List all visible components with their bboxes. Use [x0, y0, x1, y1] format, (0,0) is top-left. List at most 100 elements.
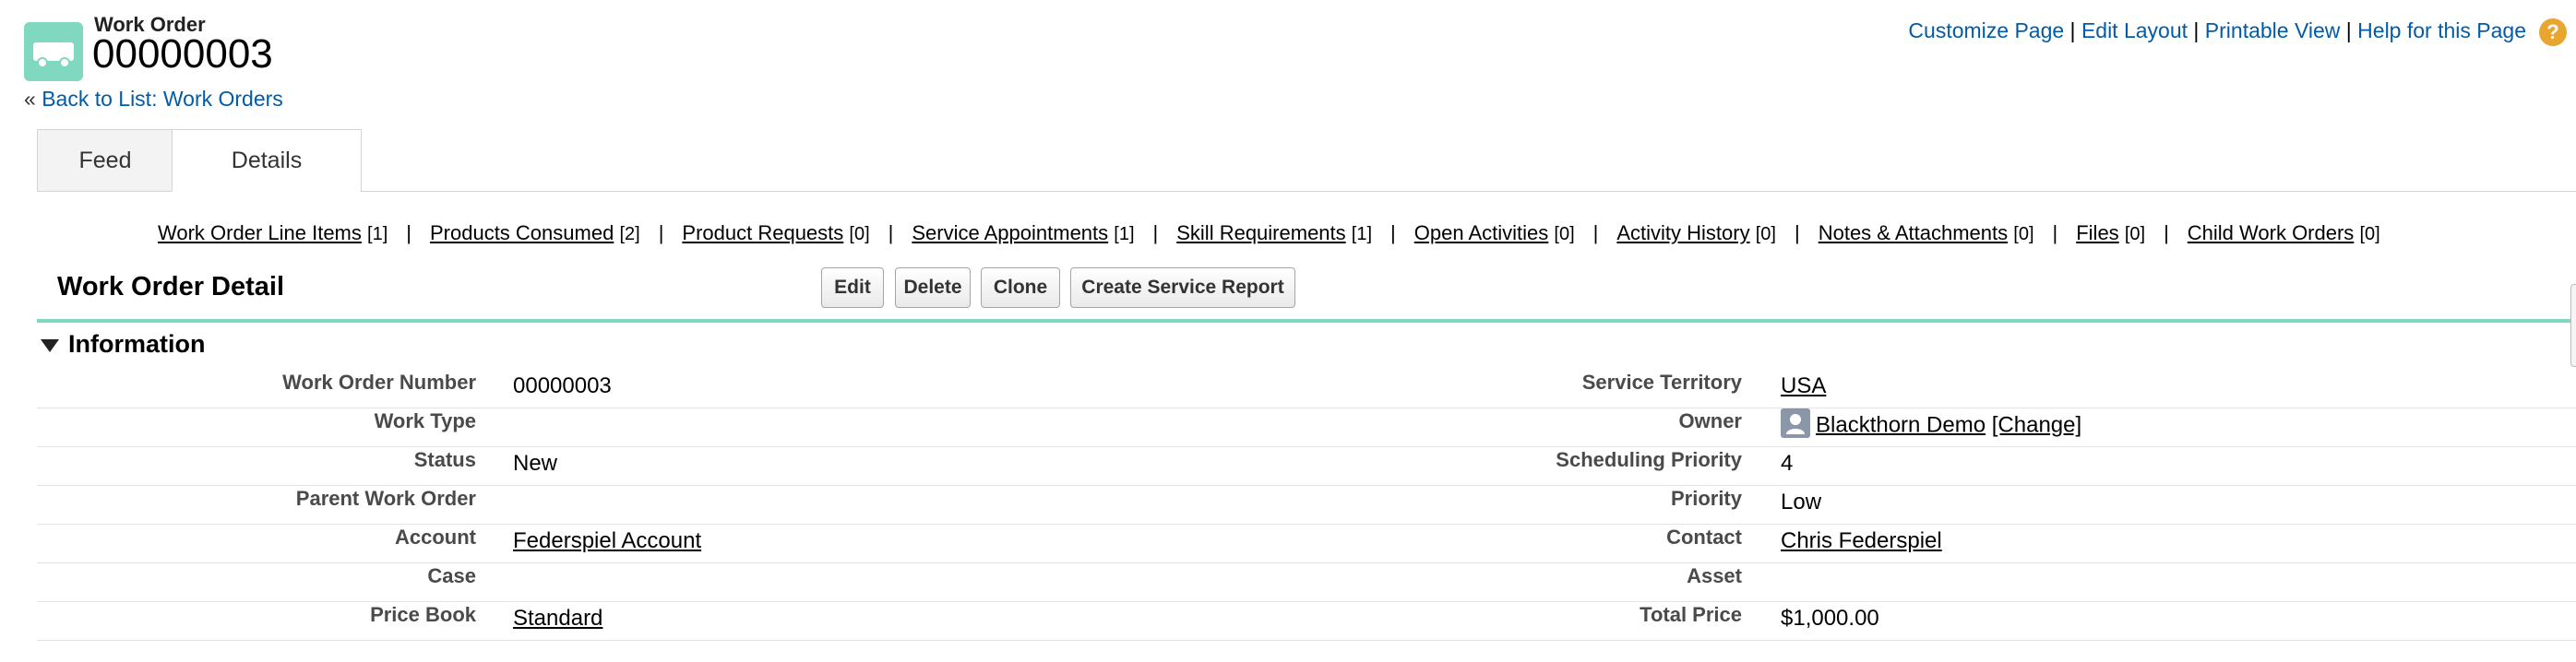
field-label: Service Territory: [1581, 371, 1742, 394]
field-label: Owner: [1678, 409, 1742, 432]
field-value-text: 00000003: [513, 373, 612, 398]
field-row: Work Type Owner Blackthorn Demo [Change]: [37, 408, 2576, 447]
edit-layout-link[interactable]: Edit Layout: [2081, 18, 2188, 42]
field-value: $1,000.00: [1781, 606, 1879, 632]
field-value-text: 4: [1781, 451, 1794, 476]
field-value: USA: [1781, 373, 1826, 399]
related-separator: |: [658, 221, 664, 244]
field-label: Account: [395, 526, 476, 549]
page-links: Customize Page | Edit Layout | Printable…: [1908, 18, 2526, 43]
related-separator: |: [406, 221, 411, 244]
printable-view-link[interactable]: Printable View: [2205, 18, 2341, 42]
field-label: Work Order Number: [282, 371, 476, 394]
customize-page-link[interactable]: Customize Page: [1908, 18, 2064, 42]
field-value-text: Low: [1781, 490, 1822, 514]
back-to-list-link[interactable]: Back to List: Work Orders: [42, 87, 283, 111]
related-count: [0]: [2359, 224, 2380, 244]
field-label: Price Book: [370, 603, 476, 626]
help-link[interactable]: Help for this Page: [2357, 18, 2526, 42]
field-value-link[interactable]: Federspiel Account: [513, 528, 701, 553]
tab-divider: [360, 191, 2576, 192]
related-link-open-activities[interactable]: Open Activities: [1414, 221, 1549, 244]
related-list-links: Work Order Line Items [1] | Products Consu…: [158, 221, 2380, 245]
field-value: Standard: [513, 606, 602, 632]
related-count: [1]: [367, 224, 388, 244]
related-separator: |: [1390, 221, 1396, 244]
sidebar-handle[interactable]: [2570, 284, 2576, 367]
related-count: [0]: [2013, 224, 2034, 244]
section-information[interactable]: Information: [41, 330, 206, 359]
field-value: 00000003: [513, 373, 612, 399]
field-label: Case: [427, 564, 476, 587]
edit-button[interactable]: Edit: [821, 267, 884, 308]
detail-divider: [37, 319, 2576, 323]
detail-title: Work Order Detail: [57, 272, 285, 301]
related-count: [1]: [1114, 224, 1135, 244]
link-separator: |: [2340, 18, 2358, 42]
field-value-link[interactable]: USA: [1781, 373, 1826, 398]
field-row: Parent Work Order Priority Low: [37, 485, 2576, 525]
related-link-activity-history[interactable]: Activity History: [1616, 221, 1749, 244]
help-icon[interactable]: ?: [2539, 18, 2567, 46]
field-label: Asset: [1687, 564, 1742, 587]
field-row: Case Asset: [37, 562, 2576, 602]
related-count: [2]: [619, 224, 640, 244]
tab-feed[interactable]: Feed: [37, 129, 173, 192]
field-value-link[interactable]: Standard: [513, 606, 602, 631]
field-label: Contact: [1666, 526, 1742, 549]
related-separator: |: [1592, 221, 1599, 244]
related-link-work-order-line-items[interactable]: Work Order Line Items: [158, 221, 362, 244]
field-label: Priority: [1670, 487, 1742, 510]
field-value-text: New: [513, 451, 558, 476]
record-name: 00000003: [92, 31, 273, 77]
field-row: Status New Scheduling Priority 4: [37, 446, 2576, 486]
related-link-products-consumed[interactable]: Products Consumed: [430, 221, 614, 244]
delete-button[interactable]: Delete: [895, 267, 971, 308]
related-count: [1]: [1351, 224, 1373, 244]
related-separator: |: [1794, 221, 1800, 244]
related-link-product-requests[interactable]: Product Requests: [682, 221, 843, 244]
field-label: Status: [413, 448, 476, 471]
field-label: Parent Work Order: [295, 487, 476, 510]
create-service-report-button[interactable]: Create Service Report: [1070, 267, 1295, 308]
related-link-child-work-orders[interactable]: Child Work Orders: [2188, 221, 2355, 244]
related-separator: |: [1152, 221, 1159, 244]
field-value: New: [513, 451, 557, 477]
field-label: Scheduling Priority: [1556, 448, 1742, 471]
field-value: Chris Federspiel: [1781, 528, 1942, 554]
link-separator: |: [2188, 18, 2205, 42]
back-prefix: «: [24, 87, 42, 111]
related-separator: |: [2052, 221, 2058, 244]
field-label: Total Price: [1640, 603, 1742, 626]
field-label: Work Type: [374, 409, 476, 432]
related-link-skill-requirements[interactable]: Skill Requirements: [1176, 221, 1345, 244]
related-count: [0]: [1554, 224, 1575, 244]
clone-button[interactable]: Clone: [981, 267, 1060, 308]
related-count: [0]: [1755, 224, 1776, 244]
tab-details[interactable]: Details: [172, 129, 362, 192]
field-value: 4: [1781, 451, 1793, 477]
related-link-service-appointments[interactable]: Service Appointments: [912, 221, 1108, 244]
link-separator: |: [2064, 18, 2081, 42]
field-value-text: $1,000.00: [1781, 606, 1879, 631]
related-separator: |: [2164, 221, 2169, 244]
related-count: [0]: [2124, 224, 2146, 244]
change-owner-link[interactable]: [Change]: [1992, 412, 2081, 437]
related-link-files[interactable]: Files: [2076, 221, 2118, 244]
field-value-link[interactable]: Blackthorn Demo: [1816, 412, 1986, 437]
back-to-list: « Back to List: Work Orders: [24, 87, 283, 112]
truck-icon: [24, 22, 83, 81]
user-avatar-icon: [1781, 408, 1810, 438]
field-row: Account Federspiel Account Contact Chris Fe…: [37, 524, 2576, 563]
collapse-triangle-icon[interactable]: [41, 338, 59, 352]
related-separator: |: [888, 221, 894, 244]
section-title: Information: [68, 330, 206, 358]
field-row: Price Book Standard Total Price $1,000.00: [37, 601, 2576, 641]
field-value: Federspiel Account: [513, 528, 701, 554]
field-row: Work Order Number 00000003 Service Territo…: [37, 369, 2576, 408]
field-value: Low: [1781, 490, 1821, 515]
field-value-link[interactable]: Chris Federspiel: [1781, 528, 1942, 553]
related-count: [0]: [849, 224, 870, 244]
related-link-notes-attachments[interactable]: Notes & Attachments: [1819, 221, 2008, 244]
work-order-page: Work Order 00000003 « Back to List: Work…: [0, 0, 2576, 662]
